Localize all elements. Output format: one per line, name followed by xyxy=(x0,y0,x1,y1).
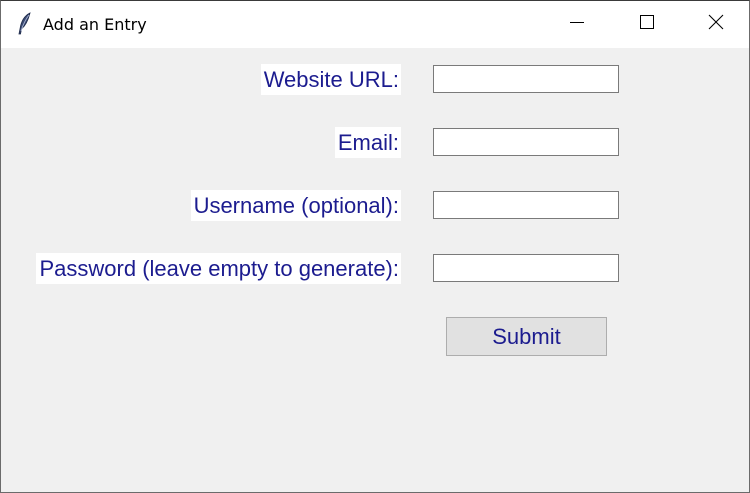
email-label: Email: xyxy=(334,127,401,158)
minimize-button[interactable] xyxy=(542,1,612,48)
title-bar[interactable]: Add an Entry xyxy=(1,1,749,48)
close-button[interactable] xyxy=(681,1,749,48)
username-label: Username (optional): xyxy=(190,190,401,221)
maximize-icon xyxy=(639,14,655,35)
username-input[interactable] xyxy=(433,191,619,219)
add-entry-window: Add an Entry Website URL: Email: Usernam… xyxy=(0,0,750,493)
minimize-icon xyxy=(569,14,585,35)
website-url-input[interactable] xyxy=(433,65,619,93)
submit-button[interactable]: Submit xyxy=(446,317,607,356)
maximize-button[interactable] xyxy=(612,1,682,48)
password-input[interactable] xyxy=(433,254,619,282)
email-input[interactable] xyxy=(433,128,619,156)
password-label: Password (leave empty to generate): xyxy=(36,253,401,284)
feather-icon xyxy=(16,12,34,36)
close-icon xyxy=(708,14,724,35)
website-url-label: Website URL: xyxy=(260,64,401,95)
window-title: Add an Entry xyxy=(43,15,147,34)
form-area: Website URL: Email: Username (optional):… xyxy=(1,48,749,492)
